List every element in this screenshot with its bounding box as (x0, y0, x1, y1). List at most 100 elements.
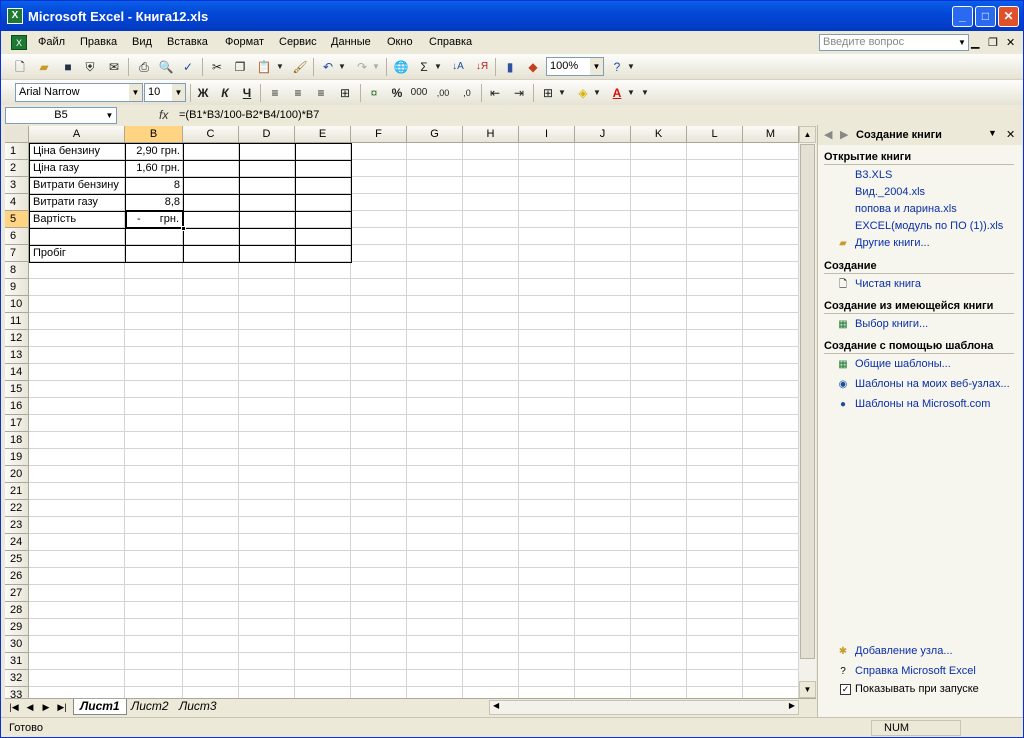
row-header-32[interactable]: 32 (5, 670, 29, 687)
column-header-j[interactable]: J (575, 126, 631, 143)
cell-b1[interactable]: 2,90 грн. (126, 143, 183, 160)
recent-file-4[interactable]: EXCEL(модуль по ПО (1)).xls (855, 220, 1003, 232)
horizontal-scrollbar[interactable]: ◀ ▶ (489, 700, 799, 715)
row-header-15[interactable]: 15 (5, 381, 29, 398)
recent-file-1[interactable]: B3.XLS (855, 169, 892, 181)
increase-indent-icon[interactable]: ⇥ (510, 84, 528, 102)
row-header-8[interactable]: 8 (5, 262, 29, 279)
row-header-13[interactable]: 13 (5, 347, 29, 364)
cell-a5[interactable]: Вартість (30, 211, 125, 228)
autosum-icon[interactable]: Σ (415, 58, 433, 76)
column-header-l[interactable]: L (687, 126, 743, 143)
undo-icon[interactable]: ↶ (319, 58, 337, 76)
excel-help-link[interactable]: Справка Microsoft Excel (855, 665, 976, 677)
column-header-c[interactable]: C (183, 126, 239, 143)
scroll-left-icon[interactable]: ◀ (493, 701, 499, 710)
row-header-19[interactable]: 19 (5, 449, 29, 466)
cell-b4[interactable]: 8,8 (126, 194, 183, 211)
scroll-up-icon[interactable]: ▲ (799, 126, 816, 143)
help-icon[interactable]: ? (608, 58, 626, 76)
row-header-12[interactable]: 12 (5, 330, 29, 347)
cell-b2[interactable]: 1,60 грн. (126, 160, 183, 177)
column-header-d[interactable]: D (239, 126, 295, 143)
row-header-18[interactable]: 18 (5, 432, 29, 449)
maximize-button[interactable]: □ (975, 6, 996, 27)
cell-a7[interactable]: Пробіг (30, 245, 125, 262)
tab-sheet1[interactable]: Лист1 (73, 699, 127, 715)
row-header-23[interactable]: 23 (5, 517, 29, 534)
menu-window[interactable]: Окно (387, 36, 413, 48)
menu-format[interactable]: Формат (225, 36, 264, 48)
cell-a4[interactable]: Витрати газу (30, 194, 125, 211)
merge-center-icon[interactable]: ⊞ (336, 84, 354, 102)
menu-insert[interactable]: Вставка (167, 36, 208, 48)
toolbar-options-icon[interactable]: ▼ (626, 58, 636, 76)
zoom-combo[interactable]: 100% ▼ (546, 57, 604, 76)
row-header-20[interactable]: 20 (5, 466, 29, 483)
print-icon[interactable]: ⎙ (135, 58, 153, 76)
vertical-scrollbar[interactable]: ▲ ▼ (799, 126, 816, 698)
cut-icon[interactable]: ✂ (208, 58, 226, 76)
row-header-9[interactable]: 9 (5, 279, 29, 296)
choose-workbook-link[interactable]: Выбор книги... (855, 318, 928, 330)
show-at-startup-checkbox[interactable]: ✓ (840, 684, 851, 695)
task-pane-close-icon[interactable]: ✕ (1006, 128, 1015, 141)
cell-a3[interactable]: Витрати бензину (30, 177, 125, 194)
row-header-29[interactable]: 29 (5, 619, 29, 636)
task-pane-menu-icon[interactable]: ▼ (988, 128, 997, 138)
row-header-6[interactable]: 6 (5, 228, 29, 245)
workbook-close-button[interactable]: ✕ (1006, 36, 1015, 49)
save-icon[interactable]: ■ (59, 58, 77, 76)
permission-icon[interactable]: ⛨ (81, 58, 99, 76)
menu-help[interactable]: Справка (429, 36, 472, 48)
align-left-icon[interactable]: ≡ (266, 84, 284, 102)
active-cell-b5[interactable]: - грн. (125, 210, 186, 231)
hyperlink-icon[interactable]: 🌐 (392, 58, 410, 76)
font-combo[interactable]: Arial Narrow ▼ (15, 83, 143, 102)
excel-app-icon[interactable]: X (7, 8, 23, 24)
italic-button[interactable]: К (216, 84, 234, 102)
menu-edit[interactable]: Правка (80, 36, 117, 48)
font-dropdown-icon[interactable]: ▼ (129, 84, 142, 101)
chart-wizard-icon[interactable]: ▮ (501, 58, 519, 76)
ask-question-input[interactable]: Введите вопрос (819, 34, 969, 51)
row-header-11[interactable]: 11 (5, 313, 29, 330)
increase-decimal-button[interactable]: ,00 (434, 84, 452, 102)
web-templates-link[interactable]: Шаблоны на моих веб-узлах... (855, 378, 1010, 390)
tab-sheet3[interactable]: Лист3 (173, 699, 223, 715)
fill-handle[interactable] (181, 226, 186, 231)
workbook-minimize-button[interactable]: ▁ (971, 36, 979, 49)
row-header-14[interactable]: 14 (5, 364, 29, 381)
minimize-button[interactable]: _ (952, 6, 973, 27)
row-header-22[interactable]: 22 (5, 500, 29, 517)
scroll-right-icon[interactable]: ▶ (789, 701, 795, 710)
thousands-button[interactable]: 000 (410, 84, 428, 102)
drawing-icon[interactable]: ◆ (524, 58, 542, 76)
last-sheet-icon[interactable]: ▶| (55, 700, 69, 714)
cell-a2[interactable]: Ціна газу (30, 160, 125, 177)
first-sheet-icon[interactable]: |◀ (7, 700, 21, 714)
recent-file-3[interactable]: попова и ларина.xls (855, 203, 957, 215)
percent-button[interactable]: % (388, 84, 406, 102)
format-painter-icon[interactable]: 🖌 (291, 58, 309, 76)
menu-data[interactable]: Данные (331, 36, 371, 48)
row-header-30[interactable]: 30 (5, 636, 29, 653)
borders-icon[interactable]: ⊞ (539, 84, 557, 102)
zoom-dropdown-icon[interactable]: ▼ (590, 58, 603, 75)
redo-icon[interactable]: ↷ (353, 58, 371, 76)
bold-button[interactable]: Ж (194, 84, 212, 102)
row-header-25[interactable]: 25 (5, 551, 29, 568)
new-icon[interactable]: 🗋 (11, 58, 29, 76)
fill-color-dropdown-icon[interactable]: ▼ (592, 84, 602, 102)
row-header-17[interactable]: 17 (5, 415, 29, 432)
close-button[interactable]: ✕ (998, 6, 1019, 27)
column-header-f[interactable]: F (351, 126, 407, 143)
forward-icon[interactable]: ▶ (840, 128, 848, 141)
fill-color-icon[interactable]: ◈ (574, 84, 592, 102)
column-header-i[interactable]: I (519, 126, 575, 143)
paste-icon[interactable]: 📋 (255, 58, 273, 76)
copy-icon[interactable]: ❐ (231, 58, 249, 76)
print-preview-icon[interactable]: 🔍 (157, 58, 175, 76)
mail-icon[interactable]: ✉ (105, 58, 123, 76)
borders-dropdown-icon[interactable]: ▼ (557, 84, 567, 102)
